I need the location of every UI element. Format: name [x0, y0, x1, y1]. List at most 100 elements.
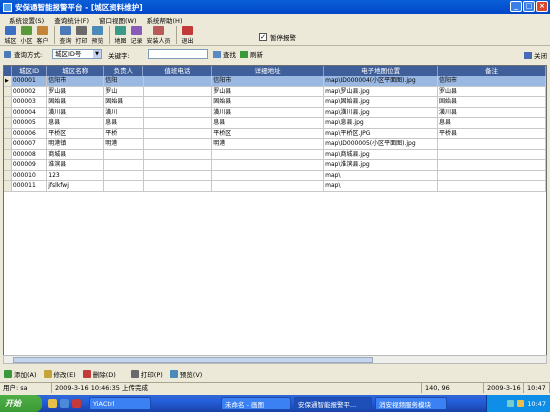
menu-query-stats[interactable]: 查询统计(F): [49, 15, 94, 25]
table-cell[interactable]: 固始县: [212, 97, 325, 107]
table-row[interactable]: 000009 淮滨县 map\淮滨县.jpg: [4, 160, 546, 171]
table-cell[interactable]: 000001: [12, 76, 48, 86]
tray-icon[interactable]: [507, 400, 515, 407]
table-cell[interactable]: map\潢川县.jpg: [324, 107, 439, 117]
check-icon[interactable]: ✓: [259, 33, 267, 41]
menu-window-view[interactable]: 窗口视图(W): [94, 15, 142, 25]
horizontal-scrollbar[interactable]: [3, 355, 547, 364]
table-cell[interactable]: map\淮滨县.jpg: [324, 160, 439, 170]
toolbar-button[interactable]: 记录: [129, 25, 144, 45]
table-cell[interactable]: [144, 128, 213, 138]
row-indicator[interactable]: [4, 139, 12, 149]
table-cell[interactable]: [144, 86, 213, 96]
column-header[interactable]: 详细地址: [212, 66, 325, 76]
table-cell[interactable]: 罗山县: [47, 86, 105, 96]
row-indicator[interactable]: [4, 170, 12, 180]
table-cell[interactable]: 罗山: [104, 86, 144, 96]
table-cell[interactable]: 息县: [438, 118, 546, 128]
quicklaunch-icon-1[interactable]: [48, 399, 57, 408]
table-cell[interactable]: 000008: [12, 149, 48, 159]
table-cell[interactable]: [144, 139, 213, 149]
tray-icon[interactable]: [517, 400, 525, 407]
table-cell[interactable]: [438, 160, 546, 170]
table-row[interactable]: 000003 固始县 固始县 固始县 map\固始县.jpg 固始县: [4, 97, 546, 108]
column-header[interactable]: 负责人: [104, 66, 144, 76]
table-cell[interactable]: 平桥区: [212, 128, 325, 138]
column-header[interactable]: 备注: [438, 66, 546, 76]
table-cell[interactable]: [438, 170, 546, 180]
table-cell[interactable]: [212, 149, 325, 159]
table-cell[interactable]: map\ID000004(小区平面图).jpg: [324, 76, 439, 86]
toolbar-button[interactable]: 客户: [35, 25, 50, 45]
table-cell[interactable]: 潢川: [104, 107, 144, 117]
column-header[interactable]: 城区名称: [47, 66, 105, 76]
table-row[interactable]: 000005 息县 息县 息县 map\息县.jpg 息县: [4, 118, 546, 129]
search-method-select[interactable]: 城区ID号 ▼: [52, 49, 102, 59]
column-header[interactable]: 城区ID: [12, 66, 48, 76]
table-cell[interactable]: 息县: [47, 118, 105, 128]
table-cell[interactable]: 000006: [12, 128, 48, 138]
row-indicator[interactable]: ▶: [4, 76, 12, 86]
table-row[interactable]: 000006 平桥区 平桥 平桥区 map\平桥区.JPG 平桥县: [4, 128, 546, 139]
table-cell[interactable]: 000007: [12, 139, 48, 149]
pause-alarm-checkbox[interactable]: ✓ 暂停报警: [259, 32, 296, 42]
table-row[interactable]: 000007 明港镇 明港 明港 map\ID000005(小区平面图).jpg: [4, 139, 546, 150]
row-indicator[interactable]: [4, 107, 12, 117]
table-cell[interactable]: 平桥区: [47, 128, 105, 138]
table-cell[interactable]: 息县: [212, 118, 325, 128]
table-cell[interactable]: 信阳市: [212, 76, 325, 86]
table-cell[interactable]: jfslkfwj: [47, 181, 105, 191]
toolbar-button[interactable]: 城区: [3, 25, 18, 45]
scrollbar-thumb[interactable]: [13, 357, 373, 363]
table-cell[interactable]: [438, 149, 546, 159]
row-indicator[interactable]: [4, 118, 12, 128]
table-cell[interactable]: [144, 149, 213, 159]
table-cell[interactable]: 平桥县: [438, 128, 546, 138]
table-cell[interactable]: 123: [47, 170, 105, 180]
row-indicator[interactable]: [4, 128, 12, 138]
column-header[interactable]: 电子地图位置: [324, 66, 439, 76]
toolbar-button[interactable]: 小区: [19, 25, 34, 45]
quicklaunch-icon-3[interactable]: [72, 399, 81, 408]
table-cell[interactable]: 潢川县: [47, 107, 105, 117]
action-button[interactable]: 预览(V): [169, 369, 202, 379]
table-cell[interactable]: 000010: [12, 170, 48, 180]
action-button[interactable]: 添加(A): [4, 369, 37, 379]
row-indicator[interactable]: [4, 181, 12, 191]
region-table[interactable]: 城区ID 城区名称 负责人 值班电话 详细地址 电子地图位置 备注 ▶ 000001 信阳市 信阳…: [3, 65, 547, 363]
table-row[interactable]: 000011 jfslkfwj map\: [4, 181, 546, 192]
toolbar-button[interactable]: 退出: [180, 25, 195, 45]
table-cell[interactable]: [438, 139, 546, 149]
table-cell[interactable]: [438, 181, 546, 191]
menu-system-help[interactable]: 系统帮助(H): [142, 15, 188, 25]
chevron-down-icon[interactable]: ▼: [93, 50, 101, 58]
table-row[interactable]: 000008 商城县 map\商城县.jpg: [4, 149, 546, 160]
table-cell[interactable]: [212, 170, 325, 180]
table-cell[interactable]: [104, 149, 144, 159]
table-cell[interactable]: 罗山县: [438, 86, 546, 96]
table-cell[interactable]: [144, 118, 213, 128]
table-cell[interactable]: [104, 181, 144, 191]
table-cell[interactable]: map\ID000005(小区平面图).jpg: [324, 139, 439, 149]
task-yiactrl[interactable]: YiACtrl: [89, 397, 151, 410]
table-cell[interactable]: [104, 170, 144, 180]
table-cell[interactable]: 明港镇: [47, 139, 105, 149]
table-cell[interactable]: 潢川县: [212, 107, 325, 117]
table-cell[interactable]: [212, 160, 325, 170]
table-row[interactable]: ▶ 000001 信阳市 信阳 信阳市 map\ID000004(小区平面图).jpg 信阳…: [4, 76, 546, 87]
keyword-input[interactable]: [148, 49, 208, 59]
table-cell[interactable]: 固始县: [438, 97, 546, 107]
close-form-button[interactable]: 关闭: [524, 50, 547, 60]
table-cell[interactable]: 000005: [12, 118, 48, 128]
table-cell[interactable]: 固始县: [47, 97, 105, 107]
table-cell[interactable]: [144, 181, 213, 191]
close-button[interactable]: ×: [536, 1, 548, 12]
table-cell[interactable]: 固始县: [104, 97, 144, 107]
maximize-button[interactable]: □: [523, 1, 535, 12]
table-cell[interactable]: [144, 160, 213, 170]
quicklaunch-icon-2[interactable]: [60, 399, 69, 408]
toolbar-button[interactable]: 地图: [113, 25, 128, 45]
table-cell[interactable]: [144, 170, 213, 180]
table-cell[interactable]: 平桥: [104, 128, 144, 138]
table-row[interactable]: 000010 123 map\: [4, 170, 546, 181]
